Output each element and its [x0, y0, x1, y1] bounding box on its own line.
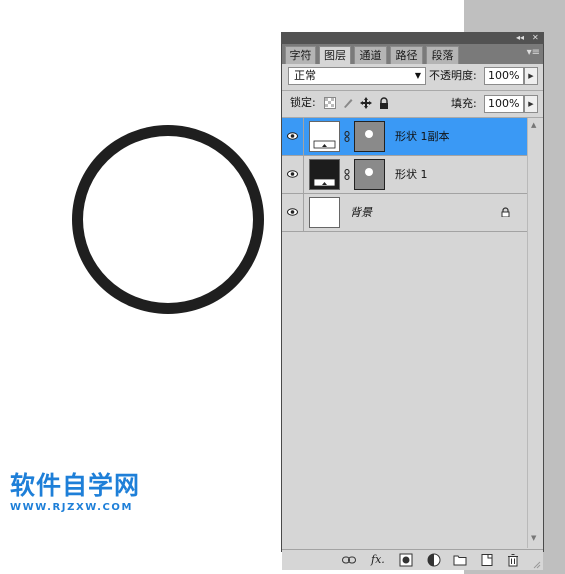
watermark-url: WWW.RJZXW.COM: [10, 502, 134, 513]
visibility-toggle[interactable]: [282, 118, 304, 155]
tab-character[interactable]: 字符: [285, 46, 316, 64]
link-layers-icon[interactable]: [342, 553, 356, 567]
shape-layer-icon: [313, 178, 336, 187]
resize-grip-icon[interactable]: [533, 561, 541, 569]
collapse-button[interactable]: ◂◂: [516, 33, 524, 43]
lock-pixels-brush-icon[interactable]: [342, 97, 354, 109]
layer-row-shape[interactable]: 形状 1: [282, 156, 527, 194]
scrollbar[interactable]: ▲ ▼: [527, 118, 543, 548]
lock-all-icon[interactable]: [378, 97, 390, 109]
lock-icon: [501, 207, 510, 217]
panel-bottom-toolbar: fx.: [282, 549, 543, 570]
opacity-slider-button[interactable]: ▶: [524, 67, 538, 85]
layer-name[interactable]: 背景: [350, 194, 372, 231]
layer-name[interactable]: 形状 1: [395, 156, 428, 193]
blend-mode-select[interactable]: 正常 ▼: [288, 67, 426, 85]
close-button[interactable]: ✕: [532, 33, 539, 43]
dropdown-arrow-icon: ▼: [414, 71, 421, 80]
fill-input[interactable]: 100%: [484, 95, 524, 113]
panel-tabs: 字符 图层 通道 路径 段落 ▾≡: [282, 44, 543, 64]
visibility-toggle[interactable]: [282, 156, 304, 193]
tab-paths[interactable]: 路径: [390, 46, 423, 64]
watermark-title: 软件自学网: [10, 471, 141, 500]
panel-title-bar: ◂◂ ✕: [281, 32, 544, 44]
lock-position-move-icon[interactable]: [360, 97, 372, 109]
trash-icon[interactable]: [506, 553, 520, 567]
visibility-toggle[interactable]: [282, 194, 304, 231]
opacity-input[interactable]: 100%: [484, 67, 524, 85]
blend-mode-value: 正常: [294, 69, 316, 82]
eye-icon: [287, 132, 298, 140]
panel-menu-icon[interactable]: ▾≡: [527, 47, 540, 58]
layer-thumbnail[interactable]: [309, 197, 340, 228]
new-group-icon[interactable]: [453, 553, 467, 567]
vector-mask-thumbnail[interactable]: [354, 121, 385, 152]
eye-icon: [287, 170, 298, 178]
scroll-down-icon[interactable]: ▼: [531, 534, 536, 542]
new-layer-icon[interactable]: [480, 553, 494, 567]
layers-panel: ◂◂ ✕ 字符 图层 通道 路径 段落 ▾≡ 正常 ▼ 不透明度: 100% ▶…: [281, 32, 544, 570]
fx-icon[interactable]: fx.: [371, 553, 385, 567]
tab-layers[interactable]: 图层: [319, 46, 351, 64]
layer-row-background[interactable]: 背景: [282, 194, 527, 232]
eye-icon: [287, 208, 298, 216]
adjustment-layer-icon[interactable]: [427, 553, 441, 567]
fill-label: 填充:: [451, 97, 477, 110]
lock-label: 锁定:: [290, 96, 316, 109]
mask-shape: [365, 130, 373, 138]
layer-name[interactable]: 形状 1副本: [395, 118, 450, 155]
fill-slider-button[interactable]: ▶: [524, 95, 538, 113]
link-icon[interactable]: [344, 169, 350, 180]
lock-transparent-icon[interactable]: [324, 97, 336, 109]
opacity-label: 不透明度:: [429, 69, 477, 82]
vector-mask-thumbnail[interactable]: [354, 159, 385, 190]
ring-shape: [72, 125, 264, 314]
mask-shape: [365, 168, 373, 176]
tab-channels[interactable]: 通道: [354, 46, 387, 64]
add-mask-icon[interactable]: [399, 553, 413, 567]
layers-list: 形状 1副本 形状 1 背景: [282, 118, 527, 517]
layer-row-shape-copy[interactable]: 形状 1副本: [282, 118, 527, 156]
watermark: 软件自学网 WWW.RJZXW.COM: [10, 471, 141, 514]
divider: [282, 90, 543, 91]
panel-body: 正常 ▼ 不透明度: 100% ▶ 锁定: 填充: 100% ▶ 形状 1副本 …: [282, 64, 543, 570]
shape-layer-icon: [313, 140, 336, 149]
layer-thumbnail[interactable]: [309, 159, 340, 190]
link-icon[interactable]: [344, 131, 350, 142]
scroll-up-icon[interactable]: ▲: [531, 121, 536, 129]
layer-thumbnail[interactable]: [309, 121, 340, 152]
tab-paragraph[interactable]: 段落: [426, 46, 459, 64]
